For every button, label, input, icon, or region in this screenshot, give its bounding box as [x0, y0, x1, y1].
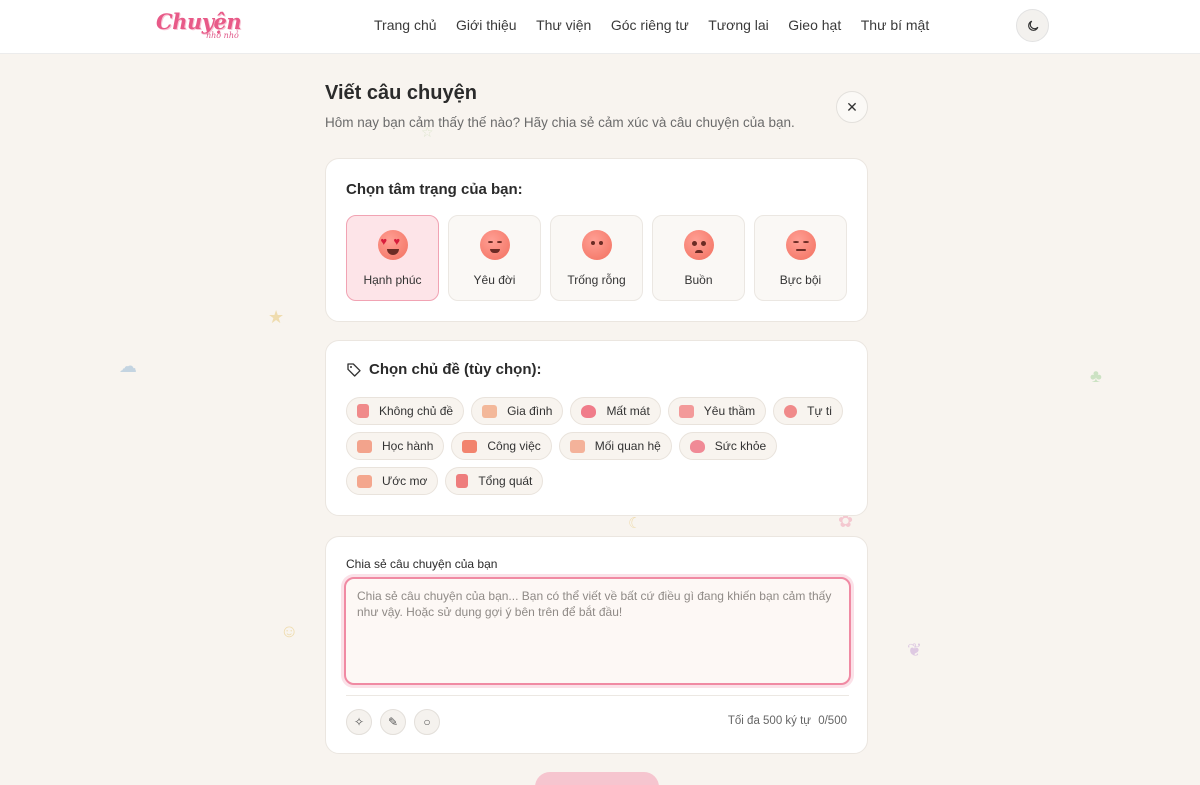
chip-label: Yêu thầm — [703, 404, 756, 418]
chip-label: Học hành — [382, 439, 434, 453]
tag-icon — [347, 362, 361, 377]
annoyed-emoji-icon — [785, 230, 816, 260]
nav-item-thu-bi-mat[interactable]: Thư bí mật — [861, 17, 930, 33]
circle-icon: ○ — [423, 715, 431, 729]
paper-plane-icon — [357, 474, 372, 488]
mood-option-yeu-doi[interactable]: Yêu đời — [448, 215, 541, 301]
pencil-button[interactable]: ✎ — [380, 709, 406, 735]
story-textarea[interactable] — [344, 577, 851, 685]
theme-toggle-button[interactable] — [1016, 9, 1049, 42]
story-tools: ✧ ✎ ○ — [346, 709, 440, 735]
nav-item-gioi-thieu[interactable]: Giới thiệu — [456, 17, 517, 33]
mood-option-trong-rong[interactable]: Trống rỗng — [550, 215, 643, 301]
topic-chip-yeu-tham[interactable]: Yêu thầm — [667, 397, 767, 425]
chip-label: Mối quan hệ — [594, 439, 661, 453]
nav-item-thu-vien[interactable]: Thư viện — [536, 17, 591, 33]
chip-label: Mất mát — [606, 404, 650, 418]
topic-options: Không chủ đề Gia đình Mất mát Yêu thầm T… — [346, 397, 851, 495]
chip-label: Gia đình — [507, 404, 553, 418]
page-title: Viết câu chuyện — [325, 82, 477, 104]
mood-label: Trống rỗng — [567, 273, 626, 287]
mood-option-hanh-phuc[interactable]: ♥ ♥ Hạnh phúc — [346, 215, 439, 301]
topic-chip-gia-dinh[interactable]: Gia đình — [471, 397, 564, 425]
chip-label: Tự ti — [807, 404, 832, 418]
nav-item-gieo-hat[interactable]: Gieo hạt — [788, 17, 841, 33]
char-counter: 0/500 — [818, 715, 847, 727]
topic-chip-moi-quan-he[interactable]: Mối quan hệ — [558, 432, 672, 460]
broken-heart-icon — [581, 404, 597, 418]
mood-card: Chọn tâm trạng của bạn: ♥ ♥ Hạnh phúc Yê… — [325, 158, 868, 322]
top-header: Chuyện nho nhỏ Trang chủ Giới thiệu Thư … — [0, 0, 1200, 54]
topic-chip-uoc-mo[interactable]: Ước mơ — [346, 467, 439, 495]
sad-emoji-icon — [683, 230, 714, 260]
topic-chip-khong-chu-de[interactable]: Không chủ đề — [346, 397, 465, 425]
circle-button[interactable]: ○ — [414, 709, 440, 735]
mood-label: Buồn — [684, 273, 713, 287]
moon-icon — [1027, 20, 1038, 31]
clover-decoration-icon: ♣ — [1090, 366, 1102, 386]
logo[interactable]: Chuyện nho nhỏ — [156, 9, 242, 45]
mood-heading: Chọn tâm trạng của bạn: — [346, 181, 523, 198]
neutral-emoji-icon — [581, 230, 612, 260]
topic-heading: Chọn chủ đề (tùy chọn): — [369, 361, 542, 378]
divider — [346, 695, 849, 696]
nav-item-trang-chu[interactable]: Trang chủ — [374, 17, 437, 33]
book-icon — [357, 404, 369, 418]
heart-icon — [689, 439, 705, 453]
handshake-icon — [569, 439, 585, 453]
sparkle-button[interactable]: ✧ — [346, 709, 372, 735]
mood-label: Hạnh phúc — [363, 273, 422, 287]
mood-options: ♥ ♥ Hạnh phúc Yêu đời Trống rỗng Buồn Bự… — [346, 215, 847, 301]
notebook-icon — [456, 474, 469, 488]
nav-item-tuong-lai[interactable]: Tương lai — [708, 17, 769, 33]
submit-button[interactable] — [535, 772, 659, 785]
topic-chip-cong-viec[interactable]: Công việc — [451, 432, 552, 460]
nav-item-goc-rieng-tu[interactable]: Góc riêng tư — [611, 17, 689, 33]
story-label: Chia sẻ câu chuyện của bạn — [346, 557, 498, 571]
close-icon: ✕ — [846, 98, 858, 115]
love-letter-icon — [678, 404, 694, 418]
char-limit-text: Tối đa 500 ký tự — [727, 715, 812, 727]
topic-chip-suc-khoe[interactable]: Sức khỏe — [678, 432, 778, 460]
heart-eyes-emoji-icon: ♥ ♥ — [377, 230, 408, 260]
smiling-emoji-icon — [479, 230, 510, 260]
mood-option-buc-boi[interactable]: Bực bội — [754, 215, 847, 301]
close-button[interactable]: ✕ — [836, 91, 868, 123]
main-nav: Trang chủ Giới thiệu Thư viện Góc riêng … — [374, 17, 949, 33]
chip-label: Không chủ đề — [379, 404, 454, 418]
books-icon — [357, 439, 372, 453]
chip-label: Sức khỏe — [714, 439, 767, 453]
topic-chip-hoc-hanh[interactable]: Học hành — [346, 432, 445, 460]
mood-label: Bực bội — [779, 273, 822, 287]
chip-label: Tổng quát — [478, 474, 533, 488]
cloud-decoration-icon: ☁ — [119, 356, 137, 376]
topic-heading-row: Chọn chủ đề (tùy chọn): — [346, 361, 541, 378]
logo-subtext: nho nhỏ — [206, 31, 239, 40]
char-limit: Tối đa 500 ký tự 0/500 — [728, 715, 847, 727]
topic-card: Chọn chủ đề (tùy chọn): Không chủ đề Gia… — [325, 340, 868, 516]
chip-label: Công việc — [487, 439, 541, 453]
mood-option-buon[interactable]: Buồn — [652, 215, 745, 301]
smile-decoration-icon: ☺ — [280, 621, 299, 641]
topic-chip-tong-quat[interactable]: Tổng quát — [445, 467, 544, 495]
briefcase-icon — [462, 439, 478, 453]
chip-label: Ước mơ — [382, 474, 428, 488]
mood-label: Yêu đời — [473, 273, 516, 287]
topic-chip-mat-mat[interactable]: Mất mát — [570, 397, 661, 425]
story-card: Chia sẻ câu chuyện của bạn ✧ ✎ ○ Tối đa … — [325, 536, 868, 754]
topic-chip-tu-ti[interactable]: Tự ti — [773, 397, 843, 425]
butterfly-decoration-icon: ❦ — [907, 640, 923, 660]
family-icon — [482, 404, 498, 418]
moon-decoration-icon: ☾ — [628, 515, 642, 532]
face-icon — [784, 404, 798, 418]
sparkle-icon: ✧ — [353, 715, 365, 729]
page-subtitle: Hôm nay bạn cảm thấy thế nào? Hãy chia s… — [325, 115, 795, 130]
star-decoration-icon: ★ — [268, 307, 285, 327]
pencil-icon: ✎ — [387, 715, 399, 729]
